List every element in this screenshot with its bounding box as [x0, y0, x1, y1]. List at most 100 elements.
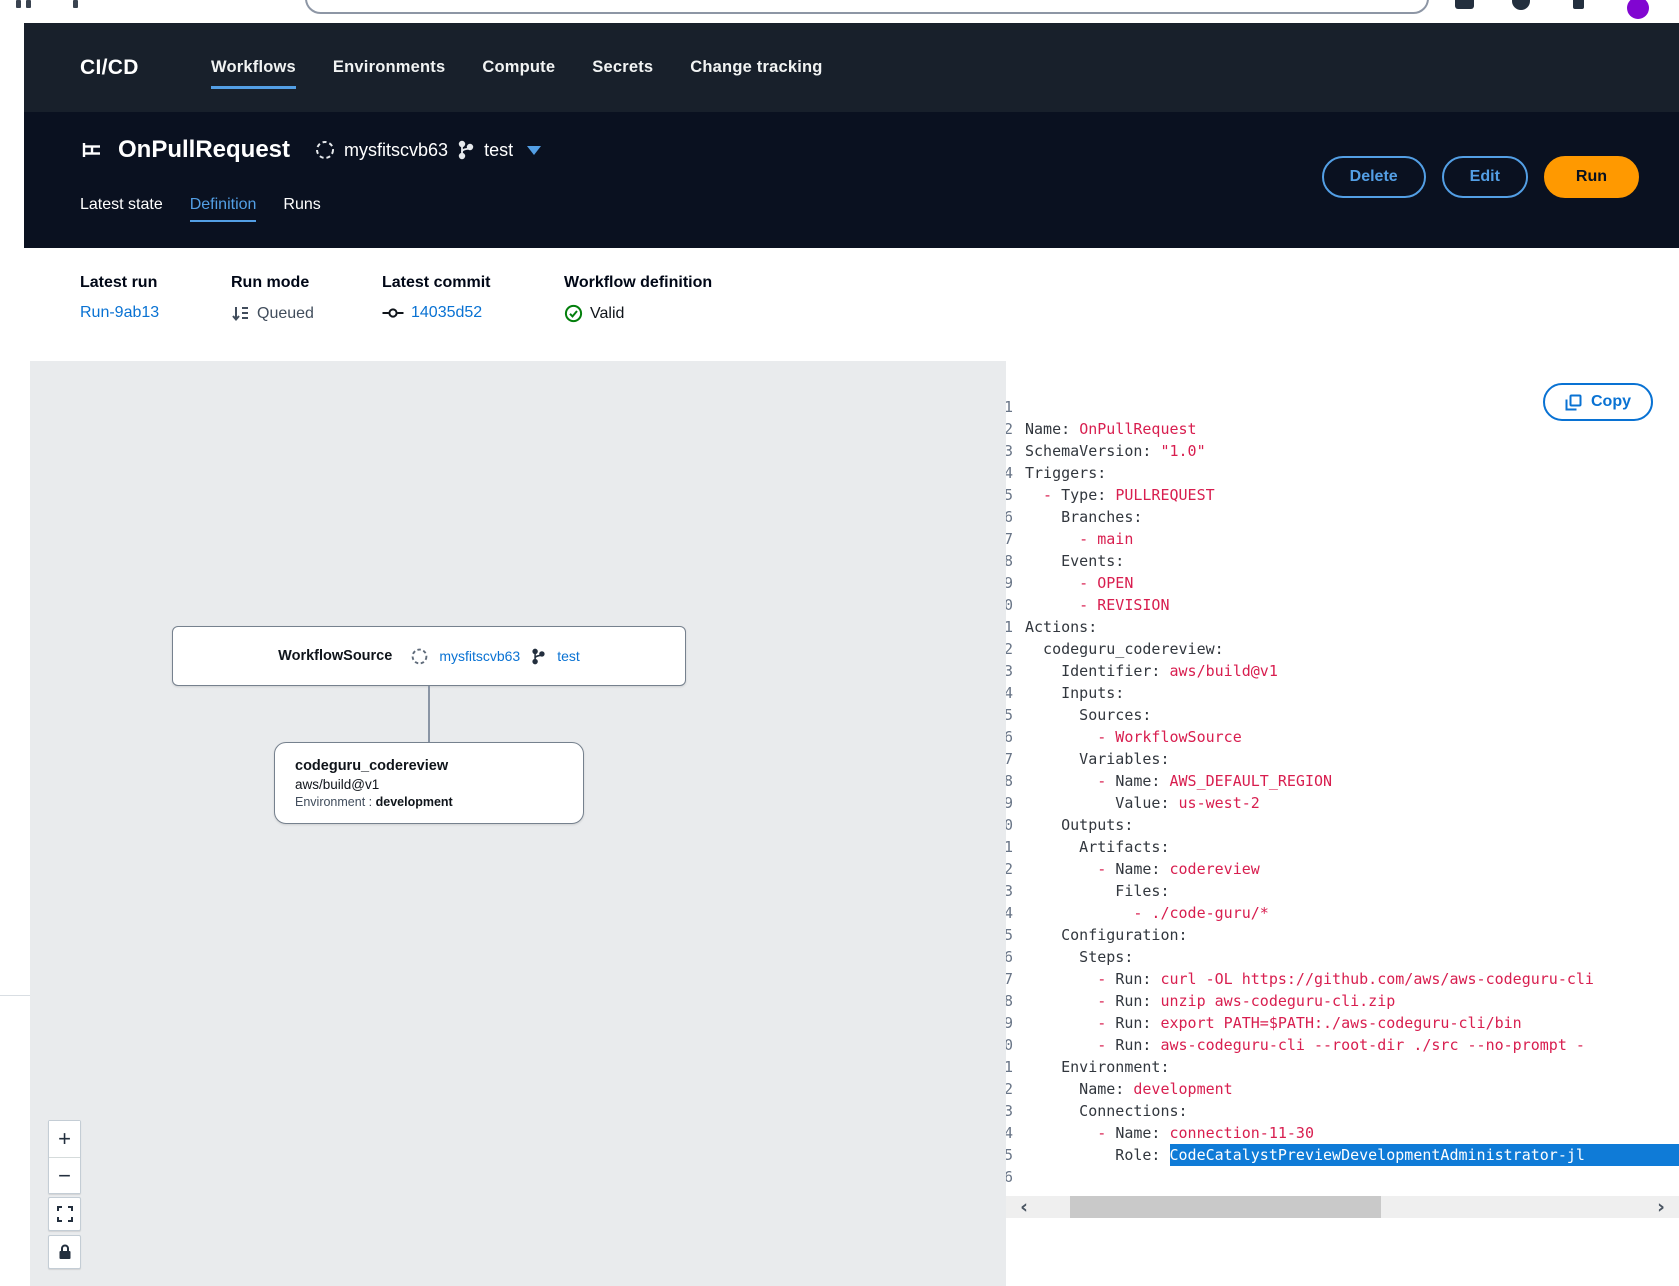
- line-number: 25: [1006, 924, 1013, 946]
- scrollbar-thumb[interactable]: [1070, 1196, 1381, 1218]
- latest-commit-link[interactable]: 14035d52: [411, 304, 482, 322]
- code-token: - WorkflowSource: [1025, 726, 1242, 748]
- action-node-environment: Environment : development: [295, 795, 563, 809]
- run-mode-value: Queued: [257, 305, 314, 323]
- code-token: - ./code-guru/*: [1025, 902, 1269, 924]
- code-token: development: [1133, 1078, 1232, 1100]
- workflow-yaml-code: 12Name: OnPullRequest3SchemaVersion: "1.…: [1006, 396, 1679, 1188]
- code-token: Variables:: [1025, 748, 1170, 770]
- code-line: 26 Steps:: [1006, 946, 1679, 968]
- line-number: 33: [1006, 1100, 1013, 1122]
- workflow-title-row: OnPullRequest mysfitscvb63 test: [80, 136, 541, 164]
- code-token: OnPullRequest: [1079, 418, 1196, 440]
- cicd-brand: CI/CD: [80, 23, 139, 112]
- code-line: 24 - ./code-guru/*: [1006, 902, 1679, 924]
- code-token: Triggers:: [1025, 462, 1106, 484]
- branch-name: test: [484, 140, 513, 161]
- workflow-source-node[interactable]: WorkflowSource mysfitscvb63 test: [172, 626, 686, 686]
- code-line: 32 Name: development: [1006, 1078, 1679, 1100]
- code-token: -: [1025, 968, 1115, 990]
- line-number: 13: [1006, 660, 1013, 682]
- help-icon[interactable]: [1573, 0, 1584, 9]
- action-node-identifier: aws/build@v1: [295, 777, 563, 792]
- line-number: 11: [1006, 616, 1013, 638]
- workflow-edge: [428, 686, 430, 742]
- codecatalyst-workflow-page: { "topbar": { "avatar_color": "#8106d1" …: [0, 0, 1679, 1286]
- user-avatar[interactable]: [1627, 0, 1649, 19]
- run-mode-label: Run mode: [231, 274, 314, 292]
- code-token: codereview: [1170, 858, 1260, 880]
- code-token: Artifacts:: [1025, 836, 1170, 858]
- code-line: 29 - Run: export PATH=$PATH:./aws-codegu…: [1006, 1012, 1679, 1034]
- notifications-icon[interactable]: [1512, 0, 1530, 10]
- run-mode-column: Run mode Queued: [231, 274, 314, 323]
- code-line: 12 codeguru_codereview:: [1006, 638, 1679, 660]
- line-number: 28: [1006, 990, 1013, 1012]
- code-token: Role:: [1025, 1144, 1170, 1166]
- code-line: 34 - Name: connection-11-30: [1006, 1122, 1679, 1144]
- code-line: 22 - Name: codereview: [1006, 858, 1679, 880]
- valid-check-icon: [564, 304, 583, 323]
- zoom-in-button[interactable]: +: [49, 1121, 80, 1157]
- nav-item-compute[interactable]: Compute: [482, 52, 555, 83]
- source-node-repository-link[interactable]: mysfitscvb63: [439, 648, 520, 664]
- code-token: Name:: [1115, 858, 1169, 880]
- code-line: 25 Configuration:: [1006, 924, 1679, 946]
- workflow-icon: [80, 138, 104, 162]
- line-number: 1: [1006, 396, 1013, 418]
- line-number: 19: [1006, 792, 1013, 814]
- tab-latest-state[interactable]: Latest state: [80, 196, 163, 222]
- scrollbar-track[interactable]: [1042, 1196, 1643, 1218]
- code-token: AWS_DEFAULT_REGION: [1170, 770, 1333, 792]
- line-number: 12: [1006, 638, 1013, 660]
- chevron-down-icon[interactable]: [527, 146, 541, 155]
- nav-item-workflows[interactable]: Workflows: [211, 52, 296, 83]
- latest-run-link[interactable]: Run-9ab13: [80, 304, 159, 322]
- line-number: 14: [1006, 682, 1013, 704]
- workflow-definition-value: Valid: [590, 305, 624, 323]
- code-hscrollbar: ‹ ›: [1006, 1196, 1679, 1218]
- line-number: 22: [1006, 858, 1013, 880]
- code-token: unzip aws-codeguru-cli.zip: [1160, 990, 1395, 1012]
- global-search-input[interactable]: [305, 0, 1429, 14]
- delete-button[interactable]: Delete: [1322, 156, 1426, 198]
- left-gutter-divider: [0, 995, 30, 996]
- code-token: SchemaVersion:: [1025, 440, 1160, 462]
- code-token: Name:: [1025, 1078, 1133, 1100]
- code-line: 19 Value: us-west-2: [1006, 792, 1679, 814]
- nav-item-secrets[interactable]: Secrets: [592, 52, 653, 83]
- fit-screen-button[interactable]: [48, 1197, 81, 1231]
- codeguru-codereview-node[interactable]: codeguru_codereview aws/build@v1 Environ…: [274, 742, 584, 824]
- line-number: 30: [1006, 1034, 1013, 1056]
- run-button[interactable]: Run: [1544, 156, 1639, 198]
- line-number: 21: [1006, 836, 1013, 858]
- code-line: 30 - Run: aws-codeguru-cli --root-dir ./…: [1006, 1034, 1679, 1056]
- source-node-title: WorkflowSource: [278, 648, 392, 664]
- scroll-left-arrow[interactable]: ‹: [1006, 1196, 1042, 1218]
- zoom-control-group: + −: [48, 1120, 81, 1194]
- code-line: 5 - Type: PULLREQUEST: [1006, 484, 1679, 506]
- source-node-branch-link[interactable]: test: [557, 648, 580, 664]
- lock-button[interactable]: [48, 1235, 81, 1269]
- zoom-out-button[interactable]: −: [49, 1157, 80, 1193]
- yaml-panel: Copy 12Name: OnPullRequest3SchemaVersion…: [1006, 361, 1679, 1286]
- tab-runs[interactable]: Runs: [283, 196, 320, 222]
- code-line: 23 Files:: [1006, 880, 1679, 902]
- nav-item-environments[interactable]: Environments: [333, 52, 445, 83]
- edit-button[interactable]: Edit: [1442, 156, 1528, 198]
- header-tabs: Latest state Definition Runs: [80, 196, 321, 222]
- code-token: Identifier:: [1025, 660, 1170, 682]
- line-number: 31: [1006, 1056, 1013, 1078]
- apps-icon[interactable]: [1455, 0, 1474, 9]
- tab-definition[interactable]: Definition: [190, 196, 257, 222]
- code-token: Sources:: [1025, 704, 1151, 726]
- code-line: 11Actions:: [1006, 616, 1679, 638]
- code-token: Connections:: [1025, 1100, 1188, 1122]
- line-number: 15: [1006, 704, 1013, 726]
- code-line: 21 Artifacts:: [1006, 836, 1679, 858]
- copy-button[interactable]: Copy: [1543, 383, 1653, 421]
- line-number: 4: [1006, 462, 1013, 484]
- scroll-right-arrow[interactable]: ›: [1643, 1196, 1679, 1218]
- code-token: "1.0": [1160, 440, 1205, 462]
- nav-item-change-tracking[interactable]: Change tracking: [690, 52, 822, 83]
